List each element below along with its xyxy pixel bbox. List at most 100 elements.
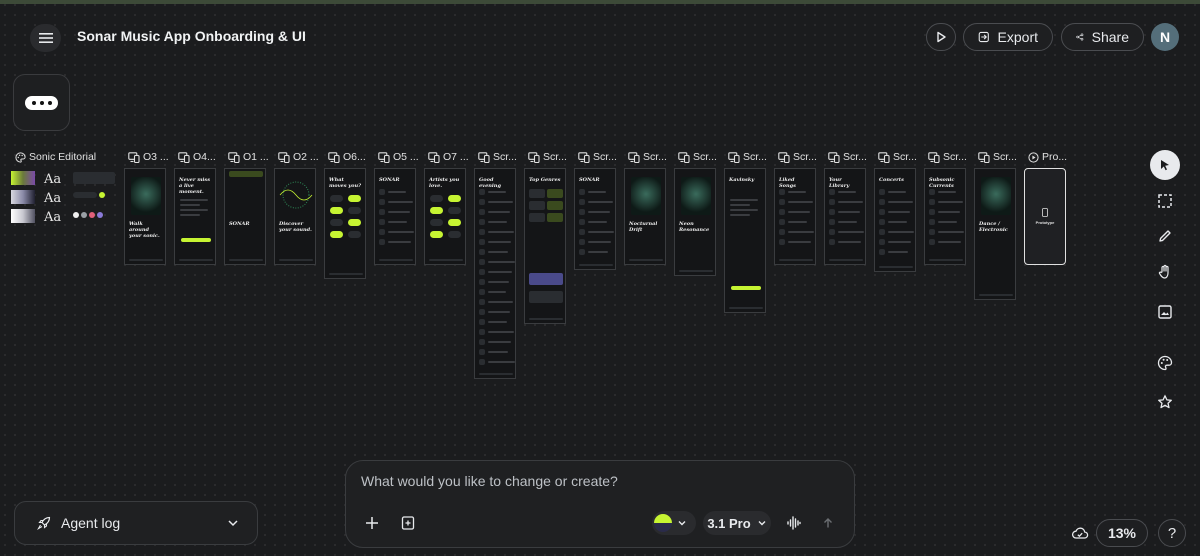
frame-label-text: Scr... xyxy=(493,151,517,163)
export-button[interactable]: Export xyxy=(963,23,1053,51)
preview-play-button[interactable] xyxy=(926,23,956,51)
device-icon xyxy=(778,151,790,163)
frame-label-text: O7 ... xyxy=(443,151,469,163)
component-sample xyxy=(73,192,97,198)
cursor-icon xyxy=(1161,160,1169,171)
screen-frame[interactable]: Top Genres xyxy=(524,168,566,324)
help-button[interactable]: ? xyxy=(1158,519,1186,547)
share-button[interactable]: Share xyxy=(1061,23,1144,51)
device-icon xyxy=(828,151,840,163)
frame-label[interactable]: O6... xyxy=(328,150,374,164)
frame-label[interactable]: O4... xyxy=(178,150,224,164)
frame-label-design-system[interactable]: Sonic Editorial xyxy=(15,150,115,164)
frame-label[interactable]: Scr... xyxy=(778,150,824,164)
screen-frame[interactable]: Neon Resonance xyxy=(674,168,716,276)
frame-heading: Dance / Electronic xyxy=(979,221,1008,233)
select-tool-button[interactable] xyxy=(1150,150,1180,180)
frame-label[interactable]: Scr... xyxy=(678,150,724,164)
agent-log-panel[interactable]: Agent log xyxy=(14,501,258,545)
device-icon xyxy=(978,151,990,163)
device-icon xyxy=(428,151,440,163)
voice-input-button[interactable] xyxy=(782,511,806,535)
frame-label[interactable]: Scr... xyxy=(578,150,624,164)
frame-label[interactable]: Scr... xyxy=(928,150,974,164)
frame-heading: Nocturnal Drift xyxy=(629,221,658,233)
design-system-frame[interactable]: Aa Aa Aa xyxy=(11,168,115,228)
device-icon xyxy=(278,151,290,163)
pencil-tool-button[interactable] xyxy=(1150,221,1180,251)
screen-frame[interactable]: Liked Songs xyxy=(774,168,816,265)
plus-icon xyxy=(366,517,378,529)
frame-label-text: Sonic Editorial xyxy=(29,151,97,163)
frame-tool-button[interactable] xyxy=(1150,186,1180,216)
screen-frame[interactable]: Walk around your sonic. xyxy=(124,168,166,265)
model-selector[interactable]: 3.1 Pro xyxy=(703,511,771,535)
frame-heading: Discover your sound. xyxy=(279,221,312,233)
frame-heading: Your Library xyxy=(829,177,850,189)
agent-chip-button[interactable] xyxy=(13,74,70,131)
avatar[interactable]: N xyxy=(1151,23,1179,51)
screen-frame[interactable]: Dance / Electronic xyxy=(974,168,1016,300)
frame-label[interactable]: O3 ... xyxy=(128,150,174,164)
export-label: Export xyxy=(997,29,1038,45)
chevron-down-icon xyxy=(758,521,766,526)
frame-label-text: O1 ... xyxy=(243,151,269,163)
frame-label-text: Scr... xyxy=(793,151,817,163)
prompt-input[interactable] xyxy=(359,469,843,493)
screen-frame[interactable]: Artists you love. xyxy=(424,168,466,265)
theme-selector[interactable] xyxy=(652,511,696,535)
screen-frame[interactable]: Discover your sound. xyxy=(274,168,316,265)
image-tool-button[interactable] xyxy=(1150,297,1180,327)
frame-heading: Subsonic Currents xyxy=(929,177,955,189)
more-dots-icon xyxy=(25,95,58,110)
menu-button[interactable] xyxy=(30,24,61,52)
screen-frame[interactable]: Your Library xyxy=(824,168,866,265)
screen-frame[interactable]: Nocturnal Drift xyxy=(624,168,666,265)
frame-heading: Artists you love. xyxy=(429,177,460,189)
play-icon xyxy=(937,31,946,43)
screen-frame[interactable]: Never miss a live moment. xyxy=(174,168,216,265)
device-icon xyxy=(378,151,390,163)
frame-label[interactable]: O5 ... xyxy=(378,150,424,164)
favorite-tool-button[interactable] xyxy=(1150,387,1180,417)
hand-tool-button[interactable] xyxy=(1150,257,1180,287)
send-button[interactable] xyxy=(816,511,840,535)
frame-label[interactable]: Scr... xyxy=(978,150,1024,164)
theme-tool-button[interactable] xyxy=(1150,348,1180,378)
frame-label[interactable]: O2 ... xyxy=(278,150,324,164)
model-label: 3.1 Pro xyxy=(707,515,751,531)
prototype-frame[interactable]: Prototype xyxy=(1024,168,1066,265)
frame-label-text: Scr... xyxy=(943,151,967,163)
screen-frame[interactable]: Concerts xyxy=(874,168,916,272)
screen-frame[interactable]: SONAR xyxy=(574,168,616,270)
frame-label[interactable]: O1 ... xyxy=(228,150,274,164)
arrow-up-icon xyxy=(824,518,832,528)
frame-heading: Neon Resonance xyxy=(679,221,710,233)
frame-label[interactable]: Pro... xyxy=(1028,150,1074,164)
zoom-level-button[interactable]: 13% xyxy=(1096,519,1148,547)
screen-frame[interactable]: SONAR xyxy=(224,168,266,265)
chevron-down-icon xyxy=(678,521,686,526)
add-frame-icon xyxy=(401,516,415,530)
add-button[interactable] xyxy=(360,511,384,535)
frame-label-text: O3 ... xyxy=(143,151,169,163)
screen-frame[interactable]: Kavinsky xyxy=(724,168,766,313)
frame-label[interactable]: Scr... xyxy=(478,150,524,164)
cloud-sync-button[interactable] xyxy=(1068,521,1092,545)
component-sample xyxy=(73,172,115,184)
insert-frame-button[interactable] xyxy=(396,511,420,535)
screen-frame[interactable]: Subsonic Currents xyxy=(924,168,966,265)
component-sample xyxy=(89,212,95,218)
screen-frame[interactable]: SONAR xyxy=(374,168,416,265)
frame-label[interactable]: O7 ... xyxy=(428,150,474,164)
device-icon xyxy=(328,151,340,163)
frame-label[interactable]: Scr... xyxy=(828,150,874,164)
frame-label[interactable]: Scr... xyxy=(528,150,574,164)
frame-label[interactable]: Scr... xyxy=(728,150,774,164)
screen-frame[interactable]: Good evening xyxy=(474,168,516,379)
frame-label-text: Pro... xyxy=(1042,151,1068,163)
screen-frame[interactable]: What moves you? xyxy=(324,168,366,279)
frame-label[interactable]: Scr... xyxy=(628,150,674,164)
frame-label[interactable]: Scr... xyxy=(878,150,924,164)
hand-icon xyxy=(1158,264,1169,279)
